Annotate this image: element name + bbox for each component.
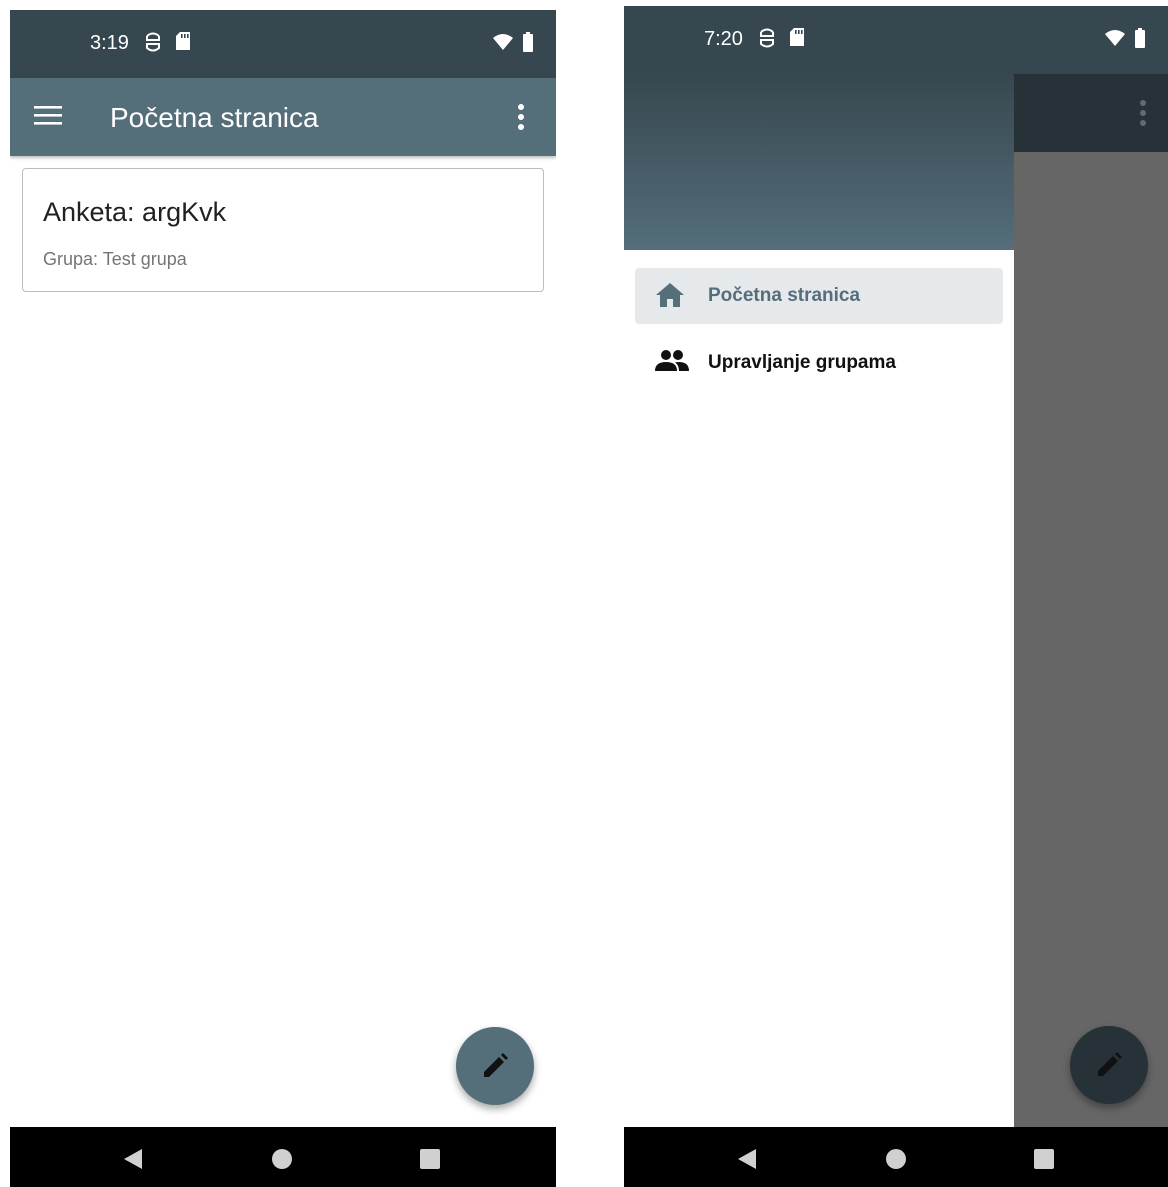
- more-vert-icon: [1138, 100, 1148, 131]
- menu-icon[interactable]: [34, 104, 64, 130]
- drawer-scrim[interactable]: [1014, 74, 1168, 1127]
- sd-card-icon: [174, 30, 196, 56]
- wifi-icon: [1104, 29, 1126, 52]
- edit-icon: [1098, 1052, 1122, 1076]
- edit-icon: [484, 1053, 508, 1077]
- sim-icon: [144, 30, 166, 56]
- status-bar: 3:19: [10, 10, 556, 78]
- drawer-item-label: Upravljanje grupama: [708, 352, 896, 373]
- wifi-icon: [492, 33, 514, 56]
- more-vert-icon[interactable]: [516, 104, 536, 132]
- sd-card-icon: [788, 26, 810, 52]
- system-nav-bar: [624, 1127, 1168, 1187]
- app-bar: Početna stranica: [10, 78, 556, 156]
- home-icon: [655, 282, 689, 310]
- phone-screen-drawer-open: 7:20 Početna stranica Upravljanje grupam…: [624, 0, 1168, 1187]
- status-time: 7:20: [704, 28, 743, 50]
- back-icon[interactable]: [736, 1147, 758, 1176]
- sim-icon: [758, 26, 780, 52]
- drawer-header: [624, 74, 1014, 250]
- home-icon[interactable]: [272, 1149, 292, 1169]
- drawer-item-home[interactable]: Početna stranica: [635, 268, 1003, 324]
- group-icon: [655, 349, 689, 377]
- home-icon[interactable]: [886, 1149, 906, 1169]
- back-icon[interactable]: [122, 1147, 144, 1176]
- recents-icon[interactable]: [420, 1149, 440, 1169]
- survey-card[interactable]: Anketa: argKvk Grupa: Test grupa: [22, 168, 544, 292]
- phone-screen-home: 3:19 Početna stranica Anketa: argKvk Gru…: [10, 0, 556, 1187]
- page-title: Početna stranica: [110, 102, 319, 133]
- survey-group: Grupa: Test grupa: [43, 249, 187, 269]
- edit-fab-button[interactable]: [456, 1027, 534, 1105]
- system-nav-bar: [10, 1127, 556, 1187]
- recents-icon[interactable]: [1034, 1149, 1054, 1169]
- battery-icon: [522, 32, 534, 57]
- drawer-item-groups[interactable]: Upravljanje grupama: [635, 335, 1003, 391]
- survey-title: Anketa: argKvk: [43, 197, 227, 227]
- edit-fab-button: [1070, 1026, 1148, 1104]
- battery-icon: [1134, 28, 1146, 53]
- status-time: 3:19: [90, 32, 129, 54]
- navigation-drawer: Početna stranica Upravljanje grupama: [624, 74, 1014, 1127]
- drawer-item-label: Početna stranica: [708, 285, 861, 306]
- status-bar: 7:20: [624, 6, 1168, 74]
